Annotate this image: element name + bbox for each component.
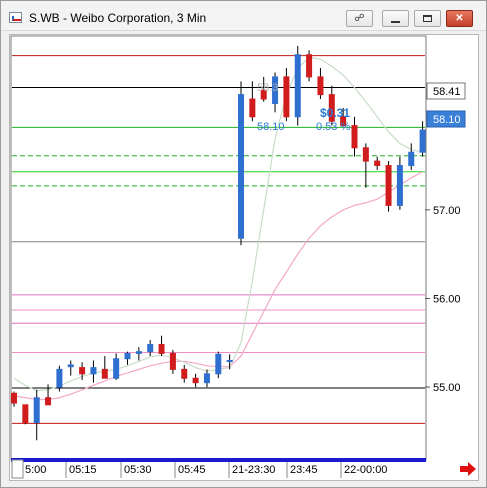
candle-body <box>283 76 290 118</box>
last-price-tag-text: 58.10 <box>433 114 461 126</box>
close-button[interactable]: ✕ <box>446 10 473 27</box>
chart-window: S.WB - Weibo Corporation, 3 Min ☍ ✕ 58.3… <box>0 0 487 488</box>
session-bar-active <box>230 458 426 462</box>
minimize-button[interactable] <box>382 10 409 27</box>
title-bar[interactable]: S.WB - Weibo Corporation, 3 Min ☍ ✕ <box>1 1 486 31</box>
candle-body <box>408 151 415 167</box>
candle-body <box>22 404 29 424</box>
x-axis-tick-label: 5:00 <box>25 464 46 476</box>
candle-body <box>226 360 233 363</box>
minimize-icon <box>391 20 400 23</box>
window-title: S.WB - Weibo Corporation, 3 Min <box>29 11 207 25</box>
candle-body <box>33 397 40 424</box>
candle-body <box>294 54 301 118</box>
candle-body <box>419 129 426 153</box>
prev-close-price-tag: 58.41 <box>426 82 466 100</box>
candle-body <box>249 98 256 118</box>
link-button[interactable]: ☍ <box>346 10 373 27</box>
chain-link-icon: ☍ <box>354 13 365 24</box>
candle-body <box>11 392 17 404</box>
y-axis-tick-label: 56.00 <box>433 293 461 305</box>
restore-button[interactable] <box>414 10 441 27</box>
candle-body <box>147 344 154 353</box>
x-axis-tick-label: 23:45 <box>290 464 318 476</box>
candle-body <box>362 147 369 162</box>
change-percent-label: 0.53 % <box>316 121 350 133</box>
x-axis-tick-label: 05:45 <box>178 464 206 476</box>
change-amount-label: $0.31 <box>320 106 350 120</box>
candle-body <box>238 94 244 239</box>
restore-icon <box>423 15 432 22</box>
chart-area[interactable]: 58.3 $0.31 58.10 0.53 % 57.00 56.00 55.00 … <box>9 34 479 481</box>
candle-body <box>169 352 176 370</box>
x-axis-tick-label: 05:30 <box>124 464 152 476</box>
candle-body <box>396 165 403 206</box>
prev-close-tag-text: 58.41 <box>433 86 461 98</box>
candle-body <box>90 367 97 375</box>
candle-body <box>101 368 108 379</box>
candle-body <box>203 373 210 384</box>
candle-body <box>67 364 74 368</box>
red-right-arrow-icon[interactable] <box>460 462 476 476</box>
candle-body <box>113 358 120 379</box>
candle-body <box>385 165 392 206</box>
price-axis: 57.00 56.00 55.00 <box>425 205 461 394</box>
candle-body <box>374 160 381 167</box>
candle-body <box>158 344 165 354</box>
candle-body <box>181 368 188 379</box>
scroll-left-handle[interactable] <box>11 459 24 479</box>
candle-body <box>306 54 313 78</box>
candle-body <box>317 76 324 96</box>
candle-body <box>124 352 131 360</box>
candle-body <box>56 368 63 388</box>
candle-body <box>45 397 52 406</box>
time-axis: 5:00 05:15 05:30 05:45 21-23:30 23:45 22-00:00 <box>21 462 387 478</box>
candle-body <box>192 377 199 384</box>
price-chart[interactable]: 58.3 $0.31 58.10 0.53 % 57.0056.0055.00 … <box>10 35 478 480</box>
y-axis-tick-label: 55.00 <box>433 382 461 394</box>
x-axis-tick-label: 05:15 <box>69 464 97 476</box>
last-price-tag: 58.10 <box>426 110 466 128</box>
x-axis-tick-label: 22-00:00 <box>344 464 387 476</box>
faded-price-label: 58.3 <box>257 82 278 94</box>
candle-body <box>351 125 358 149</box>
x-axis-tick-label: 21-23:30 <box>232 464 275 476</box>
reference-price-label: 58.10 <box>257 121 285 133</box>
candle-body <box>215 353 222 375</box>
close-icon: ✕ <box>455 13 464 24</box>
candle-body <box>79 367 86 375</box>
y-axis-tick-label: 57.00 <box>433 205 461 217</box>
candle-body <box>135 351 142 354</box>
chart-app-icon <box>9 12 22 23</box>
